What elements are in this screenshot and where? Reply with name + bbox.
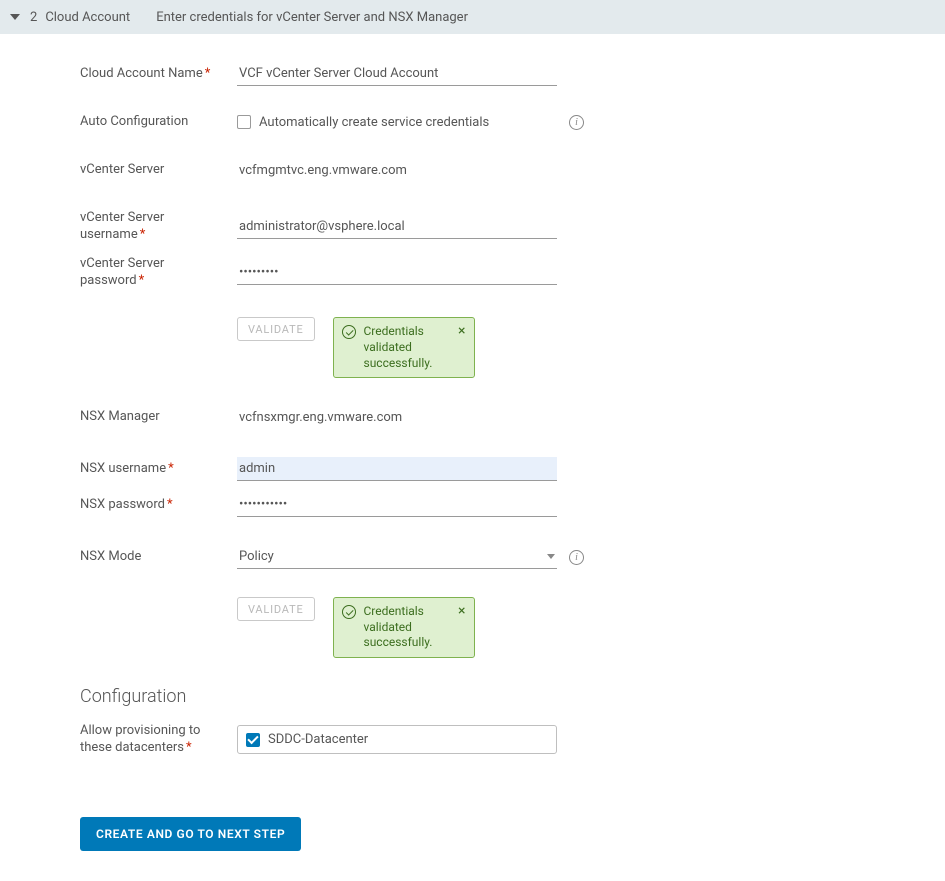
- nsx-manager-value: vcfnsxmgr.eng.vmware.com: [237, 406, 557, 429]
- vcenter-username-input[interactable]: [237, 215, 557, 239]
- step-number: 2: [30, 10, 37, 25]
- info-icon[interactable]: i: [569, 115, 584, 130]
- check-circle-icon: [342, 325, 356, 339]
- close-icon[interactable]: ×: [458, 324, 465, 338]
- label-auto-config: Auto Configuration: [80, 114, 237, 131]
- step-header[interactable]: 2 Cloud Account Enter credentials for vC…: [0, 0, 945, 34]
- chevron-down-icon: [10, 14, 20, 20]
- nsx-success-toast: Credentials validated successfully. ×: [333, 597, 475, 658]
- auto-config-checkbox-label: Automatically create service credentials: [259, 115, 489, 130]
- datacenter-name: SDDC-Datacenter: [268, 732, 368, 747]
- label-vcenter-username: vCenter Server username*: [80, 210, 237, 244]
- label-cloud-account-name: Cloud Account Name*: [80, 66, 237, 83]
- step-subtitle: Enter credentials for vCenter Server and…: [156, 10, 468, 25]
- close-icon[interactable]: ×: [458, 604, 465, 618]
- nsx-username-input[interactable]: [237, 457, 557, 481]
- toast-message: Credentials validated successfully.: [364, 604, 433, 649]
- toast-message: Credentials validated successfully.: [364, 324, 433, 369]
- label-nsx-password: NSX password*: [80, 497, 237, 514]
- step-title: Cloud Account: [45, 10, 130, 25]
- create-next-step-button[interactable]: CREATE AND GO TO NEXT STEP: [80, 817, 301, 851]
- nsx-password-input[interactable]: [237, 493, 557, 517]
- form-area: Cloud Account Name* Auto Configuration A…: [0, 34, 945, 881]
- label-vcenter-password: vCenter Server password*: [80, 256, 237, 290]
- vcenter-password-input[interactable]: [237, 261, 557, 285]
- validate-vcenter-button[interactable]: VALIDATE: [237, 317, 315, 341]
- chevron-down-icon: [547, 554, 555, 559]
- label-nsx-username: NSX username*: [80, 461, 237, 478]
- info-icon[interactable]: i: [569, 550, 584, 565]
- vcenter-server-value: vcfmgmtvc.eng.vmware.com: [237, 159, 557, 182]
- label-nsx-mode: NSX Mode: [80, 549, 237, 566]
- label-nsx-manager: NSX Manager: [80, 409, 237, 426]
- nsx-mode-value: Policy: [239, 549, 274, 564]
- validate-nsx-button[interactable]: VALIDATE: [237, 597, 315, 621]
- nsx-mode-select[interactable]: Policy: [237, 545, 557, 569]
- cloud-account-name-input[interactable]: [237, 62, 557, 86]
- datacenters-tagbox[interactable]: SDDC-Datacenter: [237, 725, 557, 754]
- label-allow-provisioning: Allow provisioning to these datacenters*: [80, 723, 237, 757]
- configuration-heading: Configuration: [80, 686, 945, 707]
- label-vcenter-server: vCenter Server: [80, 162, 237, 179]
- vcenter-success-toast: Credentials validated successfully. ×: [333, 317, 475, 378]
- auto-config-checkbox[interactable]: [237, 115, 251, 129]
- check-circle-icon: [342, 605, 356, 619]
- datacenter-checkbox[interactable]: [246, 733, 260, 747]
